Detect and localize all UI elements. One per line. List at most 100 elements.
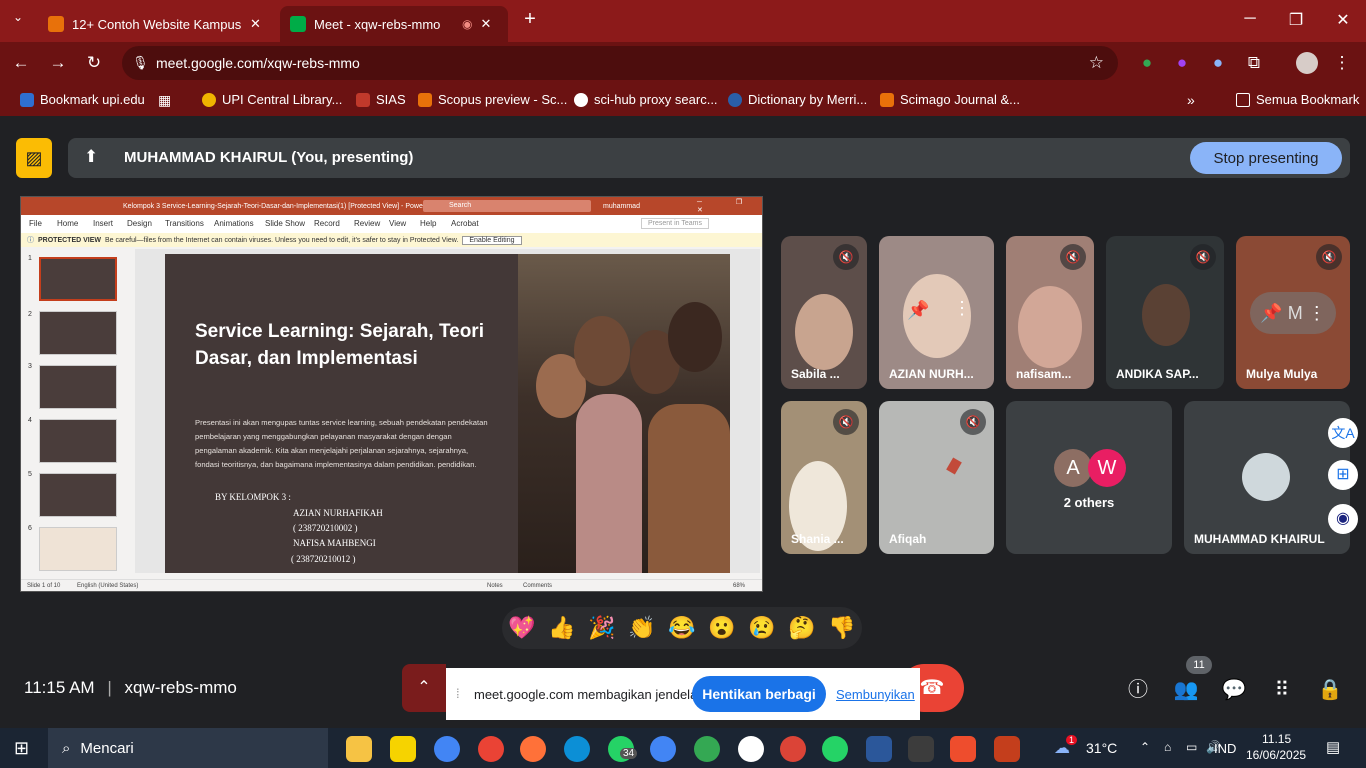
apps-grid-icon[interactable]: ▦ <box>158 92 171 109</box>
chatgpt-icon[interactable] <box>738 736 764 762</box>
chrome-icon[interactable] <box>694 736 720 762</box>
participant-tile-mulya[interactable]: 🔇 📌 M ⋮ Mulya Mulya <box>1236 236 1350 389</box>
chrome-icon[interactable] <box>780 736 806 762</box>
bookmark-merriam[interactable]: Dictionary by Merri... <box>728 92 867 107</box>
extensions-puzzle-icon[interactable]: ⧉ <box>1243 52 1265 74</box>
enable-editing-button[interactable]: Enable Editing <box>462 235 522 245</box>
ppt-search[interactable]: Search <box>423 200 591 212</box>
reaction-laugh[interactable]: 😂 <box>668 615 695 641</box>
tab-close-icon[interactable]: ✕ <box>250 16 261 32</box>
participant-tile-nafisa[interactable]: 🔇 nafisam... <box>1006 236 1094 389</box>
word-icon[interactable] <box>866 736 892 762</box>
participant-tile-others[interactable]: A W 2 others <box>1006 401 1172 554</box>
shopee-icon[interactable] <box>950 736 976 762</box>
notification-icon[interactable]: ▤ <box>1326 738 1340 756</box>
ribbon-tab-transitions[interactable]: Transitions <box>165 219 204 228</box>
slide-thumbnail[interactable] <box>39 257 117 301</box>
slide-thumbnail[interactable] <box>39 527 117 571</box>
more-options-icon[interactable]: ⋮ <box>1308 303 1326 323</box>
tab-close-icon[interactable]: ✕ <box>480 16 491 32</box>
network-icon[interactable]: ⌂ <box>1164 740 1171 754</box>
weather-temp[interactable]: 31°C <box>1086 740 1117 756</box>
firefox-icon[interactable] <box>520 736 546 762</box>
ppt-window-controls[interactable]: ─ ❐ ✕ <box>697 198 762 214</box>
ribbon-tab-view[interactable]: View <box>389 219 406 228</box>
zoom-level[interactable]: 68% <box>733 583 745 589</box>
bookmark-upi-library[interactable]: UPI Central Library... <box>202 92 342 107</box>
whatsapp-icon[interactable] <box>822 736 848 762</box>
extension-blue-icon[interactable]: ● <box>1207 52 1229 74</box>
language-indicator[interactable]: IND <box>1214 741 1236 756</box>
bookmark-sias[interactable]: SIAS <box>356 92 406 107</box>
battery-icon[interactable]: ▭ <box>1186 740 1197 754</box>
slide-thumbnail[interactable] <box>39 311 117 355</box>
tray-chevron-icon[interactable]: ⌃ <box>1140 740 1150 754</box>
chat-icon[interactable]: 💬 <box>1220 676 1248 704</box>
ribbon-tab-acrobat[interactable]: Acrobat <box>451 219 479 228</box>
taskbar-search[interactable]: ⌕ Mencari <box>48 728 328 768</box>
bookmark-scopus[interactable]: Scopus preview - Sc... <box>418 92 567 107</box>
presentation-off-icon[interactable]: ▨ <box>16 138 52 178</box>
notes-button[interactable]: Notes <box>487 583 503 589</box>
reactions-toggle-button[interactable]: ⌃ <box>402 664 446 712</box>
translate-icon[interactable]: 文A <box>1328 418 1358 448</box>
tray-time[interactable]: 11.15 <box>1262 732 1291 746</box>
back-icon[interactable]: ← <box>10 52 32 74</box>
tray-date[interactable]: 16/06/2025 <box>1246 748 1306 762</box>
tab-meet[interactable]: Meet - xqw-rebs-mmo ◉ ✕ <box>280 6 508 42</box>
participant-tile-azian[interactable]: 📌 ⋮ AZIAN NURH... <box>879 236 994 389</box>
comments-button[interactable]: Comments <box>523 583 552 589</box>
ribbon-tab-help[interactable]: Help <box>420 219 436 228</box>
reaction-thinking[interactable]: 🤔 <box>788 615 815 641</box>
ribbon-tab-home[interactable]: Home <box>57 219 78 228</box>
reaction-thumbs-down[interactable]: 👎 <box>828 615 855 641</box>
present-teams-button[interactable]: Present in Teams <box>641 218 709 229</box>
reaction-heart[interactable]: 💖 <box>508 615 535 641</box>
powerpoint-icon[interactable] <box>994 736 1020 762</box>
pin-icon[interactable]: 📌 <box>1260 303 1282 323</box>
bookmark-scihub[interactable]: sci-hub proxy searc... <box>574 92 718 107</box>
windows-start-icon[interactable]: ⊞ <box>14 738 29 759</box>
stop-presenting-button[interactable]: Stop presenting <box>1190 142 1342 174</box>
reaction-clap[interactable]: 👏 <box>628 615 655 641</box>
participant-tile-khairul[interactable]: MUHAMMAD KHAIRUL <box>1184 401 1350 554</box>
bookmark-scimago[interactable]: Scimago Journal &... <box>880 92 1020 107</box>
all-bookmarks[interactable]: Semua Bookmark <box>1236 92 1359 107</box>
app-s-icon[interactable] <box>908 736 934 762</box>
slide-thumbnail[interactable] <box>39 473 117 517</box>
more-bookmarks-icon[interactable]: » <box>1187 92 1195 108</box>
ribbon-tab-file[interactable]: File <box>29 219 42 228</box>
ribbon-tab-review[interactable]: Review <box>354 219 380 228</box>
edge-icon[interactable] <box>564 736 590 762</box>
extension-purple-icon[interactable]: ● <box>1171 52 1193 74</box>
drag-handle-icon[interactable]: ⁞ <box>456 686 460 701</box>
reaction-sad[interactable]: 😢 <box>748 615 775 641</box>
meeting-info-icon[interactable]: ⓘ <box>1124 676 1152 704</box>
minimize-icon[interactable]: ─ <box>1240 10 1260 30</box>
address-bar[interactable]: 🎙 meet.google.com/xqw-rebs-mmo ☆ <box>122 46 1118 80</box>
slide-thumbnail[interactable] <box>39 419 117 463</box>
participant-tile-sabila[interactable]: 🔇 Sabila ... <box>781 236 867 389</box>
file-explorer-icon[interactable] <box>346 736 372 762</box>
ribbon-tab-animations[interactable]: Animations <box>214 219 254 228</box>
participant-tile-shania[interactable]: 🔇 Shania ... <box>781 401 867 554</box>
tab-kampus[interactable]: 12+ Contoh Website Kampus Te ✕ <box>38 6 272 42</box>
chrome-icon[interactable] <box>434 736 460 762</box>
extension-green-icon[interactable]: ● <box>1136 52 1158 74</box>
stop-sharing-button[interactable]: Hentikan berbagi <box>692 676 826 712</box>
maximize-icon[interactable]: ❐ <box>1286 10 1306 30</box>
people-icon[interactable]: 👥 <box>1172 676 1200 704</box>
pin-icon[interactable]: 📌 <box>907 300 929 321</box>
sticky-notes-icon[interactable] <box>390 736 416 762</box>
host-controls-icon[interactable]: 🔒 <box>1316 676 1344 704</box>
activities-grid-icon[interactable]: ⠿ <box>1268 676 1296 704</box>
reaction-thumbs-up[interactable]: 👍 <box>548 615 575 641</box>
tab-search-icon[interactable]: ⌄ <box>8 10 28 30</box>
chrome-icon[interactable] <box>478 736 504 762</box>
reaction-surprised[interactable]: 😮 <box>708 615 735 641</box>
forward-icon[interactable]: → <box>47 52 69 74</box>
hide-button[interactable]: Sembunyikan <box>836 687 915 702</box>
mic-site-icon[interactable]: 🎙 <box>132 55 149 71</box>
bookmark-star-icon[interactable]: ☆ <box>1089 53 1104 73</box>
ribbon-tab-record[interactable]: Record <box>314 219 340 228</box>
